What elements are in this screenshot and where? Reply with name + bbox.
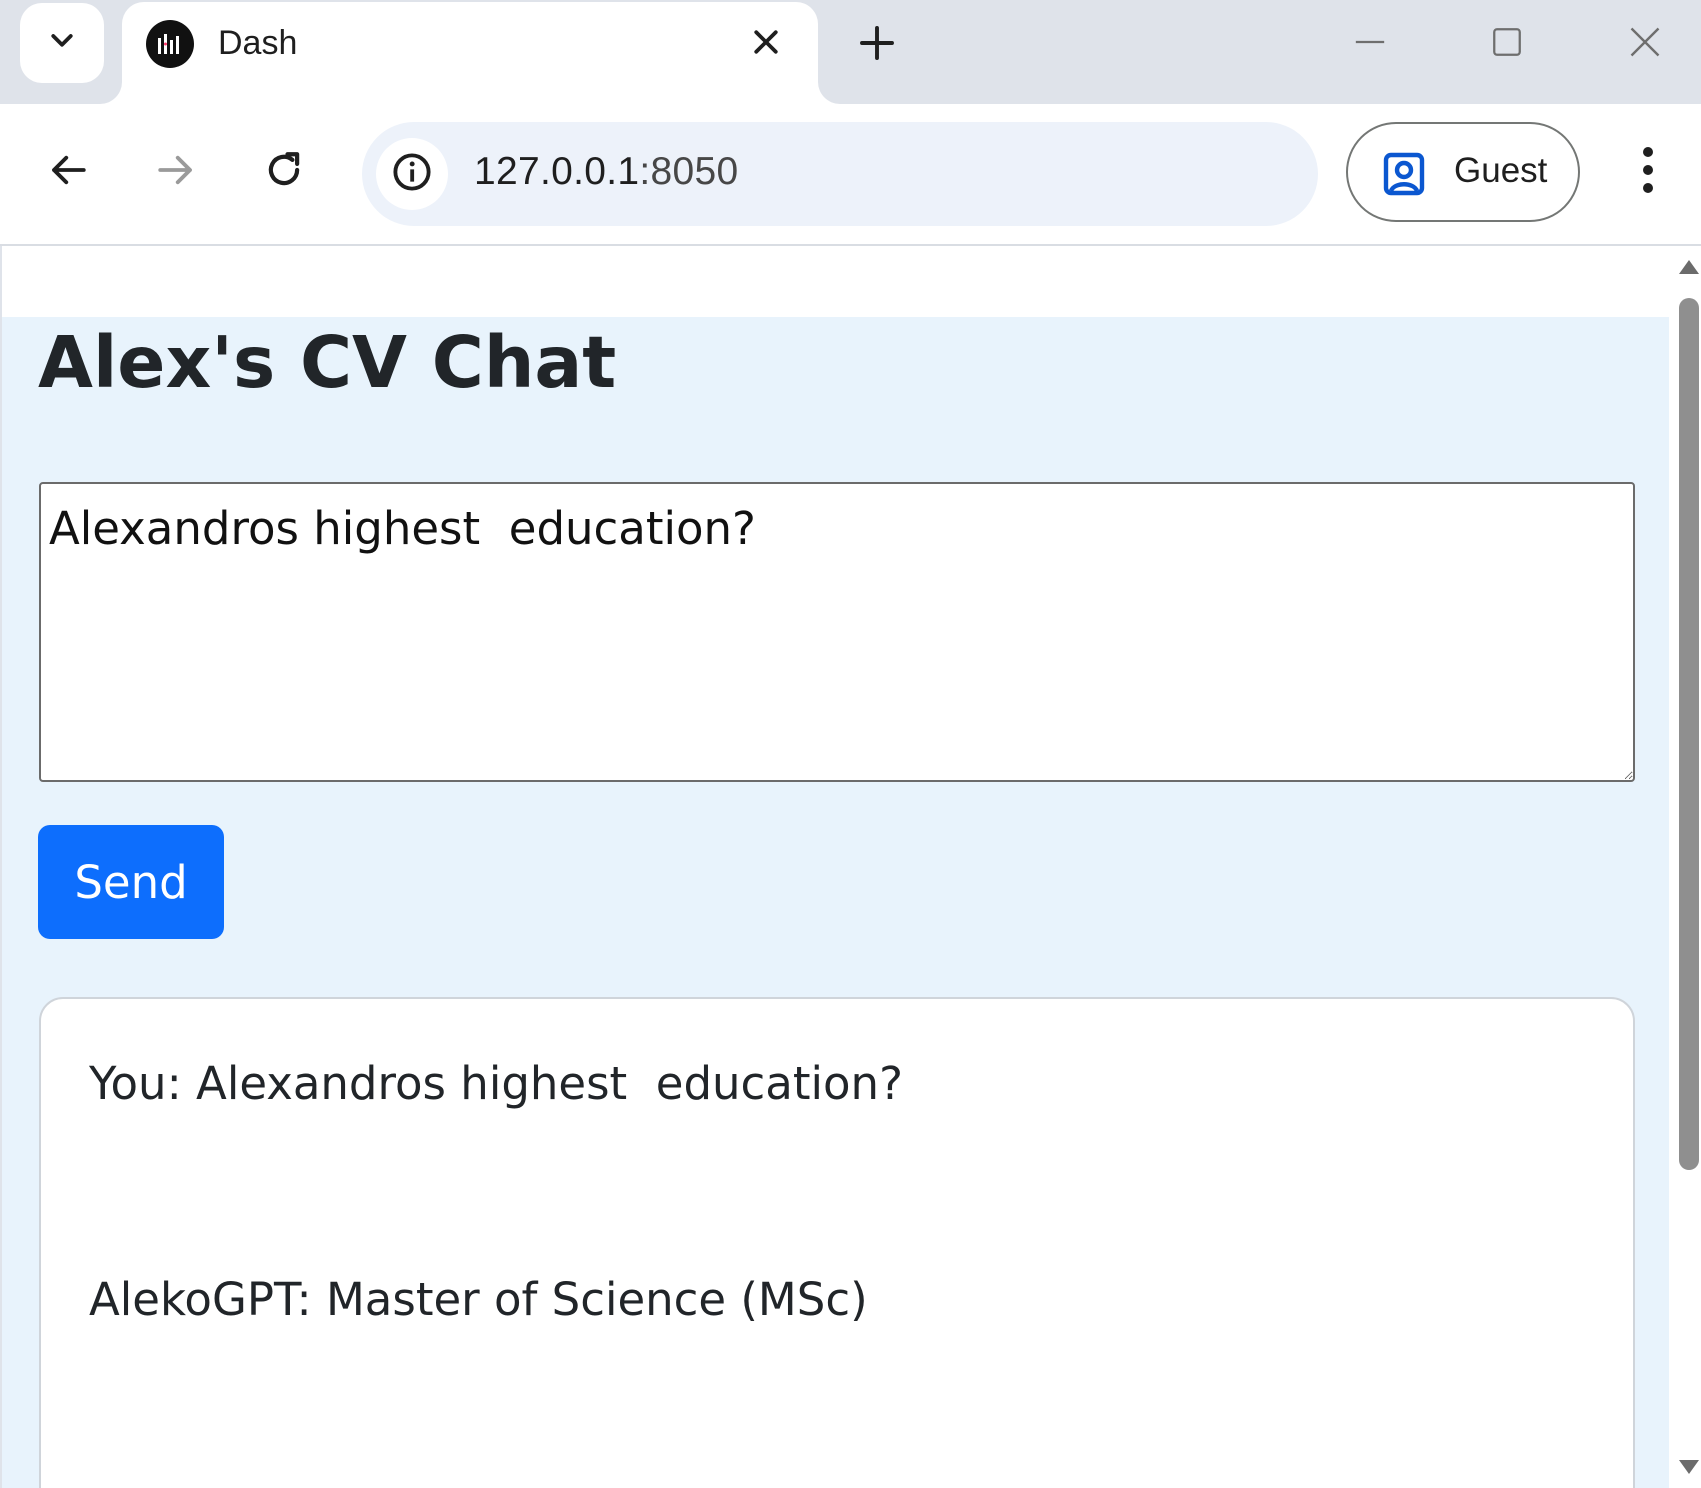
forward-button[interactable] bbox=[148, 144, 204, 200]
question-input[interactable]: Alexandros highest education? bbox=[39, 482, 1635, 782]
window-close-button[interactable] bbox=[1615, 14, 1675, 74]
maximize-icon bbox=[1490, 25, 1524, 63]
info-icon bbox=[391, 151, 433, 197]
browser-toolbar: 127.0.0.1:8050 Guest bbox=[0, 104, 1701, 246]
browser-menu-button[interactable] bbox=[1622, 140, 1674, 204]
reload-button[interactable] bbox=[256, 144, 312, 200]
page-title: Alex's CV Chat bbox=[38, 321, 617, 404]
tab-close-button[interactable] bbox=[744, 22, 788, 66]
chat-log: You: Alexandros highest education? Aleko… bbox=[39, 997, 1635, 1488]
minimize-icon bbox=[1353, 25, 1387, 63]
profile-label: Guest bbox=[1454, 151, 1548, 190]
plus-icon bbox=[859, 25, 895, 65]
chevron-down-icon bbox=[47, 26, 77, 60]
tab-title: Dash bbox=[218, 24, 298, 62]
address-bar[interactable]: 127.0.0.1:8050 bbox=[362, 122, 1318, 226]
site-info-button[interactable] bbox=[376, 138, 448, 210]
new-tab-button[interactable] bbox=[852, 20, 902, 70]
reload-icon bbox=[263, 149, 305, 195]
url-port: :8050 bbox=[639, 150, 739, 193]
close-icon bbox=[753, 29, 779, 59]
page-scrollbar[interactable] bbox=[1675, 246, 1701, 1488]
tab-dash[interactable]: Dash bbox=[122, 2, 818, 104]
chat-message-user: You: Alexandros highest education? bbox=[89, 1057, 903, 1110]
url-text: 127.0.0.1:8050 bbox=[474, 150, 738, 194]
chat-message-bot: AlekoGPT: Master of Science (MSc) bbox=[89, 1273, 868, 1326]
back-button[interactable] bbox=[40, 144, 96, 200]
minimize-button[interactable] bbox=[1340, 14, 1400, 74]
send-button[interactable]: Send bbox=[38, 825, 224, 939]
profile-icon bbox=[1380, 150, 1428, 198]
tab-search-button[interactable] bbox=[20, 3, 104, 83]
tab-strip: Dash bbox=[0, 0, 1701, 104]
arrow-left-icon bbox=[47, 149, 89, 195]
scrollbar-thumb[interactable] bbox=[1679, 298, 1699, 1170]
scroll-down-arrow-icon[interactable] bbox=[1679, 1460, 1699, 1474]
page-viewport: Alex's CV Chat Alexandros highest educat… bbox=[2, 246, 1675, 1488]
url-host: 127.0.0.1 bbox=[474, 150, 640, 193]
close-icon bbox=[1627, 24, 1663, 64]
kebab-menu-icon bbox=[1641, 146, 1655, 198]
scroll-up-arrow-icon[interactable] bbox=[1679, 260, 1699, 274]
dash-logo-icon bbox=[146, 20, 194, 68]
profile-button[interactable]: Guest bbox=[1346, 122, 1580, 222]
maximize-button[interactable] bbox=[1477, 14, 1537, 74]
browser-window: Dash 127.0.0.1:8050 Guest Alex's CV Chat… bbox=[0, 0, 1701, 1488]
app-container: Alex's CV Chat Alexandros highest educat… bbox=[2, 317, 1669, 1488]
arrow-right-icon bbox=[155, 149, 197, 195]
